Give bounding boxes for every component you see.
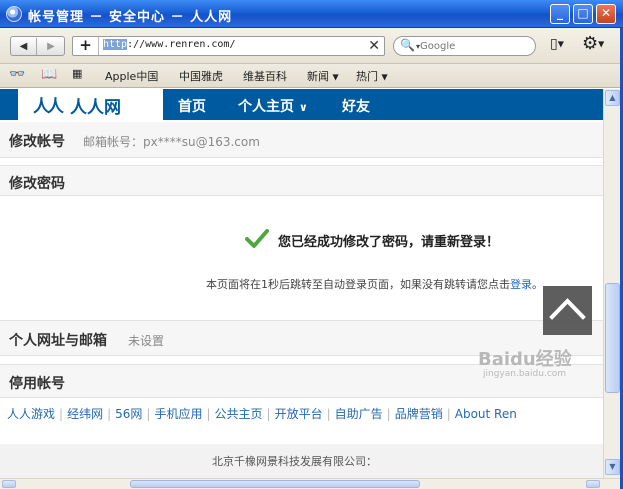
bookmark-popular-folder[interactable]: 热门 ▼	[356, 68, 388, 84]
bookmark-yahoo[interactable]: 中国雅虎	[179, 68, 223, 84]
nav-friends[interactable]: 好友	[342, 96, 370, 116]
back-button[interactable]: ◀	[11, 38, 37, 55]
url-rest-part: ://www.renren.com/	[127, 39, 236, 50]
forward-button[interactable]: ▶	[38, 38, 64, 55]
email-account-info: 邮箱帐号：px****su@163.com	[83, 135, 260, 149]
chevron-down-icon: ∨	[298, 101, 308, 114]
login-link[interactable]: 登录	[510, 278, 532, 291]
modify-password-label: 修改密码	[9, 176, 65, 192]
footer-link-jingwei[interactable]: 经纬网	[67, 407, 103, 421]
modify-account-row[interactable]: 修改帐号 邮箱帐号：px****su@163.com	[0, 122, 603, 158]
footer-link-self-ads[interactable]: 自助广告	[335, 407, 383, 421]
footer-link-about[interactable]: About Ren	[455, 407, 517, 421]
browser-app-icon	[6, 6, 22, 22]
logo-mark: 人人	[33, 97, 64, 117]
footer-separator: |	[386, 407, 391, 421]
back-to-top-button[interactable]	[543, 286, 592, 335]
title-bar: 帐号管理 － 安全中心 － 人人网 _ □ ✕	[0, 0, 623, 28]
success-panel: 您已经成功修改了密码，请重新登录！ 本页面将在1秒后跳转至自动登录页面，如果没有…	[0, 196, 603, 322]
footer-separator: |	[59, 407, 64, 421]
page-icon: ▯	[550, 36, 558, 52]
url-email-label: 个人网址与邮箱	[9, 333, 107, 349]
baidu-watermark: Baidu经验 jingyan.baidu.com	[478, 345, 572, 379]
minimize-button[interactable]: _	[550, 4, 570, 24]
address-bar[interactable]: + http://www.renren.com/ ✕	[72, 36, 385, 56]
bookmark-news-folder[interactable]: 新闻 ▼	[307, 68, 339, 84]
chevron-up-icon	[549, 298, 586, 320]
bookmark-wikipedia[interactable]: 维基百科	[243, 68, 287, 84]
page-menu-button[interactable]: ▯▼	[550, 36, 564, 52]
close-window-button[interactable]: ✕	[596, 4, 616, 24]
modify-password-row[interactable]: 修改密码	[0, 165, 603, 196]
nav-profile[interactable]: 个人主页 ∨	[238, 96, 308, 116]
gear-icon: ⚙	[582, 33, 599, 54]
url-email-status: 未设置	[128, 334, 165, 348]
company-name: 北京千橡网景科技发展有限公司：	[212, 455, 377, 468]
company-info: 北京千橡网景科技发展有限公司：	[0, 444, 603, 478]
scroll-up-arrow[interactable]: ▲	[605, 90, 620, 106]
redirect-text: 本页面将在1秒后跳转至自动登录页面，如果没有跳转请您点击	[206, 278, 510, 291]
watermark-main: Baidu经验	[478, 349, 572, 370]
page-content: 人人 人人网 首页 个人主页 ∨ 好友 修改帐号 邮箱帐号：px****su@1…	[0, 89, 603, 478]
url-selected-part: http	[103, 39, 128, 50]
footer-link-open-platform[interactable]: 开放平台	[275, 407, 323, 421]
footer-link-mobile[interactable]: 手机应用	[154, 407, 202, 421]
footer-separator: |	[146, 407, 151, 421]
footer-link-56[interactable]: 56网	[115, 407, 142, 421]
search-icon[interactable]: 🔍	[400, 38, 420, 52]
bookmarks-book-icon[interactable]: 📖	[41, 67, 57, 82]
nav-button-group: ◀ ▶	[10, 36, 65, 56]
window-title: 帐号管理 － 安全中心 － 人人网	[28, 10, 233, 25]
chevron-down-icon: ▼	[381, 72, 388, 82]
footer-separator: |	[266, 407, 271, 421]
nav-home[interactable]: 首页	[178, 96, 206, 116]
footer-links: 人人游戏 | 经纬网 | 56网 | 手机应用 | 公共主页 | 开放平台 | 自助广告 | 品牌营销 | Ab…	[0, 405, 603, 427]
bookmark-apple[interactable]: Apple中国	[105, 68, 158, 84]
browser-toolbar: ◀ ▶ + http://www.renren.com/ ✕ 🔍 ▯▼ ⚙▼	[0, 28, 623, 64]
vertical-scrollbar[interactable]: ▲ ▼	[603, 89, 620, 478]
bookmark-news-label: 新闻	[307, 70, 329, 83]
add-bookmark-button[interactable]: +	[73, 37, 99, 55]
redirect-end: 。	[532, 278, 543, 291]
maximize-button[interactable]: □	[573, 4, 593, 24]
modify-account-label: 修改帐号	[9, 134, 65, 150]
top-sites-grid-icon[interactable]: ▦	[72, 67, 82, 80]
disable-account-label: 停用帐号	[9, 376, 65, 392]
bookmarks-bar: 👓 📖 ▦ Apple中国 中国雅虎 维基百科 新闻 ▼ 热门 ▼	[0, 64, 623, 88]
bookmark-popular-label: 热门	[356, 70, 378, 83]
search-input[interactable]	[420, 39, 530, 53]
checkmark-icon	[245, 229, 269, 248]
scroll-right-arrow[interactable]	[586, 480, 600, 488]
footer-link-brand-marketing[interactable]: 品牌营销	[395, 407, 443, 421]
site-logo[interactable]: 人人 人人网	[18, 89, 163, 120]
site-nav-bar: 人人 人人网 首页 个人主页 ∨ 好友	[0, 89, 603, 120]
scroll-left-arrow[interactable]	[2, 480, 16, 488]
nav-profile-label: 个人主页	[238, 99, 294, 115]
clear-url-button[interactable]: ✕	[368, 37, 380, 55]
search-box[interactable]: 🔍	[393, 36, 536, 56]
logo-name: 人人网	[70, 98, 121, 118]
footer-separator: |	[446, 407, 451, 421]
settings-menu-button[interactable]: ⚙▼	[582, 33, 604, 54]
footer-link-public-pages[interactable]: 公共主页	[215, 407, 263, 421]
footer-separator: |	[206, 407, 211, 421]
footer-separator: |	[326, 407, 331, 421]
scroll-down-arrow[interactable]: ▼	[605, 459, 620, 475]
success-message: 您已经成功修改了密码，请重新登录！	[278, 235, 500, 250]
horizontal-scrollbar[interactable]	[0, 478, 620, 489]
footer-link-games[interactable]: 人人游戏	[7, 407, 55, 421]
redirect-notice: 本页面将在1秒后跳转至自动登录页面，如果没有跳转请您点击登录。	[206, 276, 543, 292]
vertical-scroll-thumb[interactable]	[605, 283, 620, 393]
url-text[interactable]: http://www.renren.com/	[103, 39, 235, 50]
reading-list-icon[interactable]: 👓	[9, 67, 25, 82]
footer-separator: |	[107, 407, 112, 421]
horizontal-scroll-thumb[interactable]	[130, 480, 420, 488]
chevron-down-icon: ▼	[332, 72, 339, 82]
watermark-sub: jingyan.baidu.com	[483, 369, 567, 379]
